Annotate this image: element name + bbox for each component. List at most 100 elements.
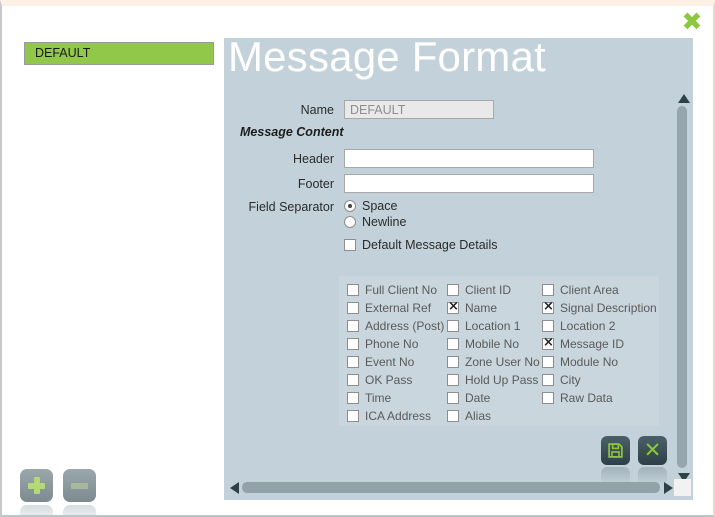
label-message-id: Message ID: [560, 337, 625, 351]
label-module-no: Module No: [560, 355, 619, 369]
field-zone-user-no[interactable]: Zone User No: [447, 355, 542, 369]
checkbox-phone-no[interactable]: [347, 338, 359, 350]
list-toolbar: [20, 469, 96, 515]
scroll-left-icon[interactable]: [230, 482, 239, 494]
checkbox-client-area[interactable]: [542, 284, 554, 296]
table-row: Address (Post) Location 1 Location 2: [347, 317, 659, 335]
field-raw-data[interactable]: Raw Data: [542, 391, 657, 405]
label-location-2: Location 2: [560, 319, 616, 333]
field-alias[interactable]: Alias: [447, 409, 542, 423]
footer-label: Footer: [297, 176, 334, 191]
field-separator-group: Space Newline Default Message Details: [344, 199, 497, 252]
scroll-up-icon[interactable]: [678, 94, 690, 103]
label-ok-pass: OK Pass: [365, 373, 413, 387]
field-location-2[interactable]: Location 2: [542, 319, 657, 333]
field-time[interactable]: Time: [347, 391, 447, 405]
field-phone-no[interactable]: Phone No: [347, 337, 447, 351]
radio-newline-label: Newline: [362, 215, 407, 229]
field-event-no[interactable]: Event No: [347, 355, 447, 369]
checkbox-raw-data[interactable]: [542, 392, 554, 404]
remove-format-button[interactable]: [63, 469, 96, 515]
list-item-default[interactable]: DEFAULT: [24, 42, 214, 65]
name-row: Name: [224, 100, 669, 119]
save-button[interactable]: [601, 436, 630, 485]
label-mobile-no: Mobile No: [465, 337, 520, 351]
field-module-no[interactable]: Module No: [542, 355, 657, 369]
checkbox-message-id[interactable]: [542, 335, 554, 351]
add-format-button[interactable]: [20, 469, 53, 515]
radio-option-newline[interactable]: Newline: [344, 215, 497, 229]
field-client-id[interactable]: Client ID: [447, 283, 542, 297]
field-message-id[interactable]: Message ID: [542, 335, 657, 351]
scroll-right-icon[interactable]: [664, 482, 673, 494]
checkbox-event-no[interactable]: [347, 356, 359, 368]
radio-newline-icon[interactable]: [344, 216, 356, 228]
field-full-client-no[interactable]: Full Client No: [347, 283, 447, 297]
checkbox-signal-description[interactable]: [542, 299, 554, 315]
table-row: Time Date Raw Data: [347, 389, 659, 407]
field-address-post[interactable]: Address (Post): [347, 319, 447, 333]
field-client-area[interactable]: Client Area: [542, 283, 657, 297]
cancel-x-icon: ✕: [643, 438, 662, 462]
checkbox-ica-address[interactable]: [347, 410, 359, 422]
field-city[interactable]: City: [542, 373, 657, 387]
field-location-1[interactable]: Location 1: [447, 319, 542, 333]
field-external-ref[interactable]: External Ref: [347, 301, 447, 315]
horizontal-scrollbar[interactable]: [230, 478, 673, 496]
field-ica-address[interactable]: ICA Address: [347, 409, 447, 423]
label-signal-description: Signal Description: [560, 301, 657, 315]
cancel-button[interactable]: ✕: [638, 436, 667, 485]
header-input[interactable]: [344, 149, 594, 168]
checkbox-zone-user-no[interactable]: [447, 356, 459, 368]
checkbox-module-no[interactable]: [542, 356, 554, 368]
radio-option-space[interactable]: Space: [344, 199, 497, 213]
checkbox-address-post[interactable]: [347, 320, 359, 332]
field-mobile-no[interactable]: Mobile No: [447, 337, 542, 351]
field-ok-pass[interactable]: OK Pass: [347, 373, 447, 387]
table-row: External Ref Name Signal Description: [347, 299, 659, 317]
footer-row: Footer: [224, 174, 669, 193]
footer-input[interactable]: [344, 174, 594, 193]
table-row: ICA Address Alias: [347, 407, 659, 425]
label-date: Date: [465, 391, 491, 405]
close-icon[interactable]: ✖: [679, 9, 705, 35]
field-name[interactable]: Name: [447, 299, 542, 315]
checkbox-date[interactable]: [447, 392, 459, 404]
checkbox-client-id[interactable]: [447, 284, 459, 296]
label-ica-address: ICA Address: [365, 409, 432, 423]
checkbox-full-client-no[interactable]: [347, 284, 359, 296]
checkbox-mobile-no[interactable]: [447, 338, 459, 350]
table-row: Full Client No Client ID Client Area: [347, 281, 659, 299]
horizontal-scroll-thumb[interactable]: [242, 482, 660, 493]
scrollbar-corner: [674, 479, 691, 496]
label-location-1: Location 1: [465, 319, 521, 333]
name-input[interactable]: [344, 100, 494, 119]
checkbox-city[interactable]: [542, 374, 554, 386]
checkbox-time[interactable]: [347, 392, 359, 404]
page-title: Message Format: [228, 33, 546, 80]
checkbox-location-1[interactable]: [447, 320, 459, 332]
checkbox-location-2[interactable]: [542, 320, 554, 332]
radio-space-icon[interactable]: [344, 200, 356, 212]
default-message-details-checkbox[interactable]: [344, 239, 356, 251]
vertical-scroll-thumb[interactable]: [677, 106, 687, 468]
name-label: Name: [300, 102, 334, 117]
message-format-panel: Message Format Name Message Content Head…: [224, 33, 693, 500]
vertical-scrollbar[interactable]: [673, 94, 691, 482]
field-date[interactable]: Date: [447, 391, 542, 405]
checkbox-hold-up-pass[interactable]: [447, 374, 459, 386]
checkbox-ok-pass[interactable]: [347, 374, 359, 386]
label-name: Name: [465, 301, 498, 315]
default-message-details-row[interactable]: Default Message Details: [344, 238, 497, 252]
checkbox-name[interactable]: [447, 299, 459, 315]
default-message-details-label: Default Message Details: [362, 238, 498, 252]
label-raw-data: Raw Data: [560, 391, 613, 405]
label-client-id: Client ID: [465, 283, 512, 297]
plus-icon: [28, 477, 45, 494]
field-hold-up-pass[interactable]: Hold Up Pass: [447, 373, 542, 387]
header-row: Header: [224, 149, 669, 168]
field-signal-description[interactable]: Signal Description: [542, 299, 657, 315]
form-area: Name Message Content Header Footer Field…: [224, 100, 669, 258]
checkbox-external-ref[interactable]: [347, 302, 359, 314]
checkbox-alias[interactable]: [447, 410, 459, 422]
